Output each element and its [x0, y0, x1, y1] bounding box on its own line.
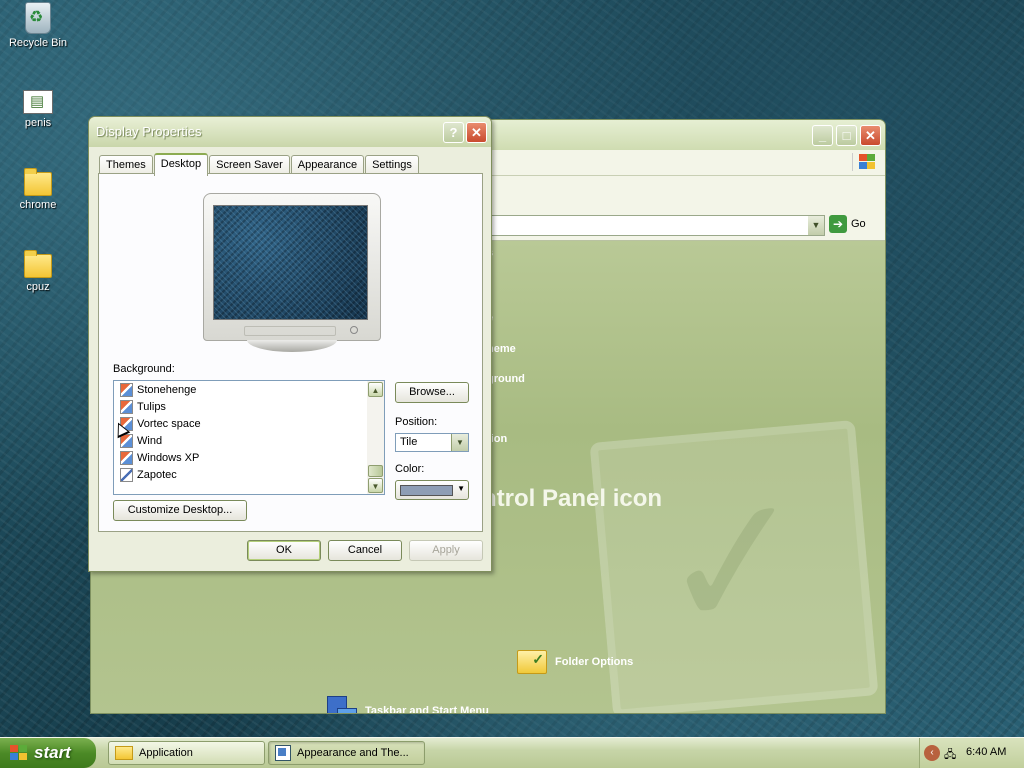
folder-icon	[24, 250, 52, 278]
list-item[interactable]: Vortec space	[114, 415, 384, 432]
recycle-bin-icon	[25, 2, 51, 34]
desktop-icon-recycle-bin[interactable]: Recycle Bin	[3, 2, 73, 49]
chevron-down-icon[interactable]: ▼	[451, 434, 468, 451]
folder-options-link[interactable]: Folder Options	[517, 650, 633, 674]
image-file-icon	[120, 467, 133, 482]
folder-options-label: Folder Options	[555, 656, 634, 668]
monitor-preview	[203, 193, 381, 341]
taskbar-button-label: Appearance and The...	[297, 747, 409, 759]
list-item-label: Zapotec	[137, 468, 177, 481]
tab-appearance[interactable]: Appearance	[290, 155, 365, 175]
background-label: Background:	[113, 363, 175, 375]
show-hidden-icons-icon[interactable]: ‹	[924, 745, 940, 761]
window-controls: _ □ ✕	[812, 125, 881, 146]
folder-options-icon	[517, 650, 547, 674]
tab-themes[interactable]: Themes	[99, 155, 153, 175]
system-tray: ‹ 🖧 6:40 AM	[919, 738, 1024, 768]
customize-desktop-button[interactable]: Customize Desktop...	[113, 500, 247, 521]
list-item[interactable]: Windows XP	[114, 449, 384, 466]
ok-button[interactable]: OK	[247, 540, 321, 561]
taskbar-button-application[interactable]: Application	[108, 741, 265, 765]
apply-button[interactable]: Apply	[409, 540, 483, 561]
desktop-icon-penis[interactable]: penis	[3, 84, 73, 129]
list-item[interactable]: Zapotec	[114, 466, 384, 483]
list-item[interactable]: Stonehenge	[114, 381, 384, 398]
taskbar-button-appearance[interactable]: Appearance and The...	[268, 741, 425, 765]
list-item-label: Stonehenge	[137, 383, 197, 396]
pick-control-panel-heading: ntrol Panel icon	[482, 485, 663, 512]
windows-logo-icon	[10, 745, 28, 761]
scroll-thumb[interactable]	[368, 465, 383, 477]
go-label: Go	[851, 218, 866, 230]
list-item[interactable]: Tulips	[114, 398, 384, 415]
windows-logo-icon	[852, 153, 875, 171]
start-label: start	[34, 743, 71, 762]
list-item-label: Vortec space	[137, 417, 201, 430]
file-icon	[23, 90, 53, 114]
control-panel-icon	[275, 745, 291, 761]
list-item[interactable]: Wind	[114, 432, 384, 449]
list-item-label: Tulips	[137, 400, 166, 413]
color-picker-button[interactable]: ▼	[395, 480, 469, 500]
tab-screen-saver[interactable]: Screen Saver	[209, 155, 290, 175]
maximize-button[interactable]: □	[836, 125, 857, 146]
folder-icon	[115, 746, 133, 760]
cancel-button[interactable]: Cancel	[328, 540, 402, 561]
browse-button[interactable]: Browse...	[395, 382, 469, 403]
address-input[interactable]: ▼	[491, 215, 825, 236]
minimize-button[interactable]: _	[812, 125, 833, 146]
close-button[interactable]: ✕	[466, 122, 487, 143]
tab-desktop[interactable]: Desktop	[153, 153, 209, 176]
chevron-down-icon: ▼	[457, 484, 465, 493]
wallpaper-preview	[213, 205, 368, 320]
image-file-icon	[120, 382, 133, 397]
task-link-background[interactable]: ground	[487, 373, 525, 385]
desktop-icon-label: Recycle Bin	[8, 37, 68, 49]
desktop-tab-panel: Background: Stonehenge Tulips Vortec spa…	[98, 173, 483, 532]
taskbar-button-label: Application	[139, 747, 193, 759]
chevron-down-icon[interactable]: ▼	[808, 216, 824, 235]
dialog-titlebar[interactable]: Display Properties	[89, 117, 491, 147]
list-item-label: Wind	[137, 434, 163, 447]
taskbar-start-menu-icon	[327, 696, 357, 713]
dialog-controls: ? ✕	[443, 122, 487, 143]
go-button[interactable]: ➔ Go	[829, 215, 866, 233]
folder-icon	[24, 168, 52, 196]
scroll-down-button[interactable]: ▼	[368, 478, 383, 493]
go-arrow-icon: ➔	[829, 215, 847, 233]
clock[interactable]: 6:40 AM	[966, 746, 1006, 758]
vertical-scrollbar[interactable]: ▲ ▼	[367, 381, 384, 494]
dialog-title: Display Properties	[96, 124, 202, 139]
desktop-icon-label: cpuz	[26, 281, 50, 293]
taskbar-start-menu-link[interactable]: Taskbar and Start Menu	[327, 696, 489, 714]
desktop-icon-label: penis	[24, 117, 52, 129]
position-label: Position:	[395, 416, 438, 428]
background-list[interactable]: Stonehenge Tulips Vortec space Wind Wind…	[113, 380, 385, 495]
monitor-stand	[247, 340, 337, 352]
start-button[interactable]: start	[0, 738, 96, 768]
color-swatch	[400, 485, 453, 496]
network-icon[interactable]: 🖧	[944, 746, 958, 761]
color-label: Color:	[395, 463, 425, 475]
list-item-label: Windows XP	[137, 451, 200, 464]
image-file-icon	[120, 399, 133, 414]
monitor-bezel	[244, 326, 336, 336]
close-button[interactable]: ✕	[860, 125, 881, 146]
taskbar: start Application Appearance and The... …	[0, 737, 1024, 768]
image-file-icon	[120, 450, 133, 465]
display-properties-dialog: Display Properties ? ✕ Themes Desktop Sc…	[88, 116, 492, 572]
scroll-up-button[interactable]: ▲	[368, 382, 383, 397]
monitor-power-icon	[350, 326, 358, 334]
position-select[interactable]: Tile ▼	[395, 433, 469, 452]
desktop-icon-label: chrome	[19, 199, 57, 211]
taskbar-start-menu-label: Taskbar and Start Menu	[365, 705, 489, 714]
desktop-icon-chrome[interactable]: chrome	[3, 166, 73, 211]
desktop-icon-cpuz[interactable]: cpuz	[3, 248, 73, 293]
tab-settings[interactable]: Settings	[365, 155, 419, 175]
position-value: Tile	[400, 436, 418, 448]
help-button[interactable]: ?	[443, 122, 464, 143]
